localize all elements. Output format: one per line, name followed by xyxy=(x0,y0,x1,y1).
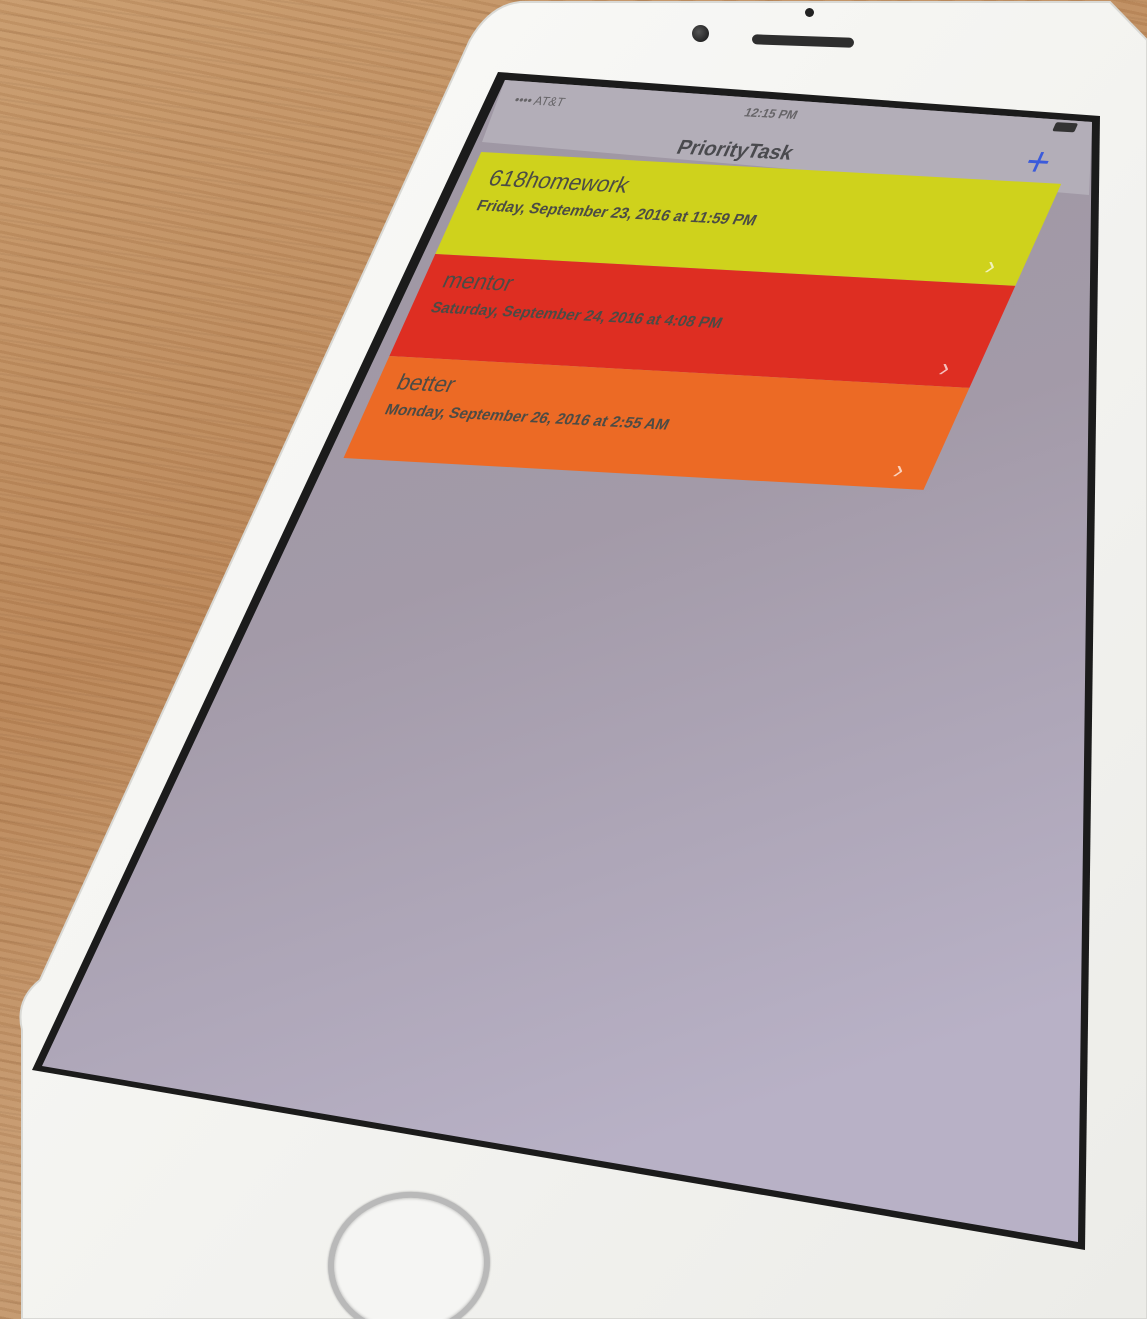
chevron-right-icon: › xyxy=(888,453,911,485)
priority-task-app: •••• AT&T 12:15 PM PriorityTask + 618hom… xyxy=(69,88,1090,1100)
photo-scene: •••• AT&T 12:15 PM PriorityTask + 618hom… xyxy=(0,0,1147,1319)
task-date: Monday, September 26, 2016 at 2:55 AM xyxy=(381,401,673,434)
task-date: Saturday, September 24, 2016 at 4:08 PM xyxy=(427,299,726,333)
page-title: PriorityTask xyxy=(673,136,798,165)
status-right-icons xyxy=(1052,122,1079,133)
task-title: better xyxy=(392,369,461,398)
task-date: Friday, September 23, 2016 at 11:59 PM xyxy=(473,197,760,230)
chevron-right-icon: › xyxy=(980,249,1003,281)
earpiece-speaker-icon xyxy=(751,34,855,48)
task-list: 618homework Friday, September 23, 2016 a… xyxy=(343,152,1062,490)
task-title: 618homework xyxy=(484,165,634,198)
add-task-button[interactable]: + xyxy=(1012,139,1064,184)
status-time: 12:15 PM xyxy=(741,105,801,123)
task-title: mentor xyxy=(438,267,519,296)
chevron-right-icon: › xyxy=(934,351,957,383)
app-screen: •••• AT&T 12:15 PM PriorityTask + 618hom… xyxy=(0,0,1147,1319)
front-camera-icon xyxy=(692,25,709,42)
status-bar: •••• AT&T 12:15 PM xyxy=(497,88,1090,148)
proximity-sensor-icon xyxy=(805,8,814,17)
carrier-label: •••• AT&T xyxy=(511,92,568,110)
battery-icon xyxy=(1052,122,1079,133)
home-button[interactable] xyxy=(320,1183,498,1319)
